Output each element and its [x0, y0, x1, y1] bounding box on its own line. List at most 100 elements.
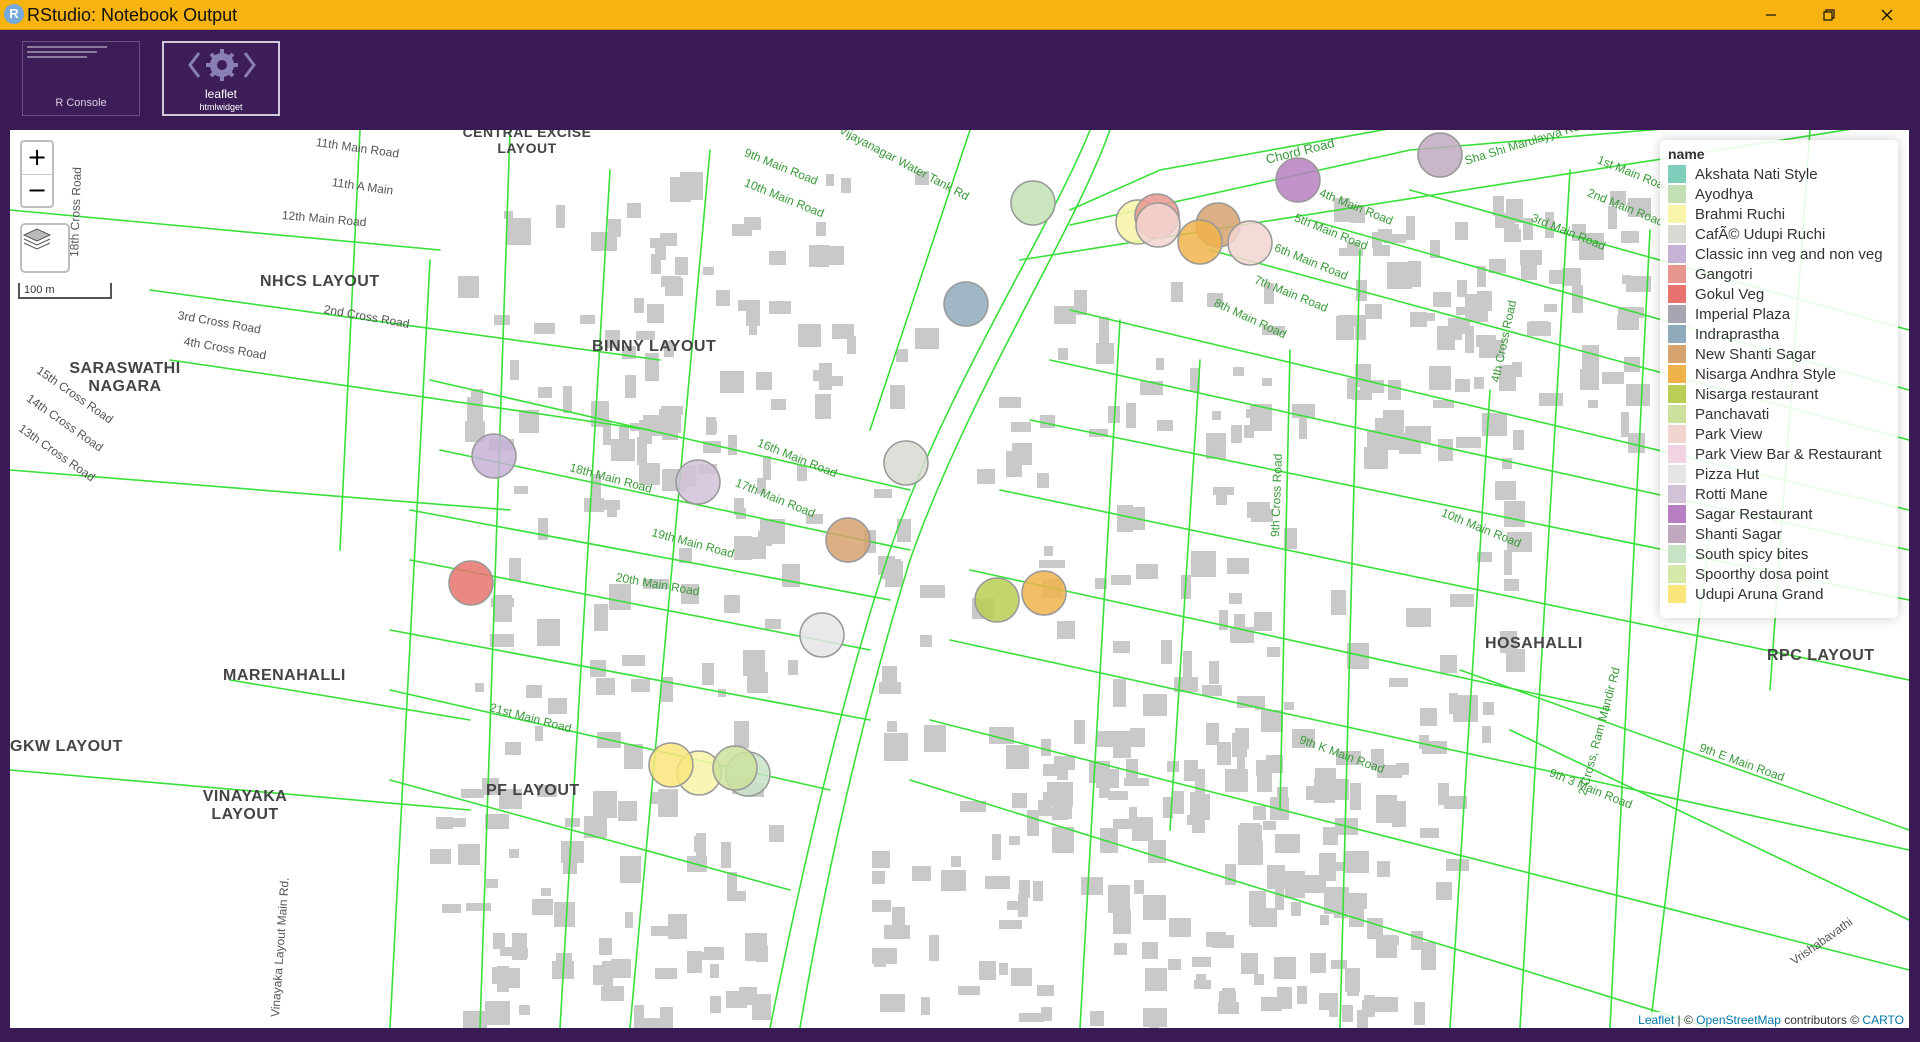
building-block: [1621, 231, 1639, 243]
restaurant-marker[interactable]: [1275, 157, 1321, 203]
restaurant-marker[interactable]: [712, 745, 758, 791]
building-block: [1090, 1011, 1104, 1026]
building-block: [467, 397, 483, 425]
building-block: [461, 789, 484, 798]
building-block: [554, 902, 575, 927]
building-block: [728, 435, 737, 455]
building-block: [1602, 372, 1624, 384]
building-block: [732, 224, 752, 236]
building-block: [594, 604, 608, 631]
building-block: [1482, 413, 1507, 436]
building-block: [734, 721, 749, 748]
building-block: [1342, 1005, 1353, 1022]
building-block: [1130, 728, 1145, 747]
close-button[interactable]: [1858, 0, 1916, 30]
legend-swatch: [1668, 445, 1686, 463]
building-block: [637, 437, 647, 465]
building-block: [1456, 437, 1481, 448]
restaurant-marker[interactable]: [943, 281, 989, 327]
legend-label: Nisarga Andhra Style: [1695, 365, 1836, 383]
r-console-thumbnail[interactable]: R Console: [22, 41, 140, 116]
carto-link[interactable]: CARTO: [1862, 1013, 1904, 1027]
building-block: [526, 685, 542, 698]
building-block: [1227, 558, 1249, 574]
building-block: [1263, 821, 1276, 830]
building-block: [1033, 881, 1043, 901]
building-block: [769, 251, 786, 265]
minimize-icon: [1766, 14, 1776, 16]
street-line: [1169, 359, 1201, 831]
legend-item: Classic inn veg and non veg: [1668, 244, 1890, 264]
building-block: [519, 1005, 530, 1015]
restaurant-marker[interactable]: [471, 433, 517, 479]
building-block: [625, 912, 633, 928]
restaurant-marker[interactable]: [1177, 219, 1223, 265]
building-block: [1096, 343, 1114, 364]
building-block: [874, 489, 892, 498]
building-block: [915, 328, 939, 349]
legend-swatch: [1668, 265, 1686, 283]
building-block: [624, 744, 643, 769]
legend-swatch: [1668, 285, 1686, 303]
building-block: [1408, 261, 1421, 287]
building-block: [548, 698, 567, 714]
legend-label: Brahmi Ruchi: [1695, 205, 1786, 223]
building-block: [924, 725, 946, 752]
building-block: [999, 963, 1008, 975]
restaurant-marker[interactable]: [648, 742, 694, 788]
restore-button[interactable]: [1800, 0, 1858, 30]
building-block: [820, 376, 843, 386]
street-line: [1279, 349, 1291, 811]
building-block: [1405, 426, 1431, 443]
legend-label: Gangotri: [1695, 265, 1753, 283]
building-block: [1267, 647, 1280, 657]
building-block: [716, 290, 730, 306]
building-block: [941, 870, 966, 891]
thumbnail-label: leaflet: [204, 87, 238, 101]
legend-swatch: [1668, 325, 1686, 343]
restaurant-marker[interactable]: [1021, 570, 1067, 616]
restaurant-marker[interactable]: [448, 560, 494, 606]
restaurant-marker[interactable]: [1135, 202, 1181, 248]
legend-label: Akshata Nati Style: [1695, 165, 1818, 183]
legend-item: Imperial Plaza: [1668, 304, 1890, 324]
leaflet-map[interactable]: NHCS LAYOUT SARASWATHI NAGARA BINNY LAYO…: [10, 130, 1909, 1028]
building-block: [1173, 791, 1184, 814]
street-line: [949, 639, 1909, 851]
legend-item: Pizza Hut: [1668, 464, 1890, 484]
building-block: [727, 891, 746, 901]
building-block: [1143, 694, 1167, 716]
building-block: [1148, 840, 1166, 863]
zoom-in-button[interactable]: +: [22, 142, 52, 175]
building-block: [1262, 378, 1272, 386]
building-block: [1126, 759, 1138, 779]
building-block: [1504, 550, 1512, 575]
building-block: [1495, 481, 1516, 500]
leaflet-link[interactable]: Leaflet: [1638, 1013, 1674, 1027]
building-block: [505, 742, 521, 755]
building-block: [1617, 315, 1639, 330]
building-block: [591, 232, 617, 251]
legend-swatch: [1668, 505, 1686, 523]
zoom-out-button[interactable]: −: [22, 175, 52, 207]
legend-swatch: [1668, 305, 1686, 323]
attribution-separator: | ©: [1674, 1013, 1697, 1027]
restaurant-marker[interactable]: [974, 577, 1020, 623]
restaurant-marker[interactable]: [883, 440, 929, 486]
minimize-button[interactable]: [1742, 0, 1800, 30]
building-block: [1277, 787, 1288, 800]
layers-button[interactable]: [20, 223, 70, 273]
osm-link[interactable]: OpenStreetMap: [1696, 1013, 1781, 1027]
building-block: [1212, 935, 1234, 948]
restaurant-marker[interactable]: [1010, 180, 1056, 226]
restaurant-marker[interactable]: [675, 459, 721, 505]
restaurant-marker[interactable]: [799, 612, 845, 658]
leaflet-thumbnail[interactable]: leaflet htmlwidget: [162, 41, 280, 116]
building-block: [929, 935, 939, 961]
building-block: [1373, 245, 1390, 256]
building-block: [1052, 808, 1068, 820]
place-label: GKW LAYOUT: [10, 738, 123, 755]
restaurant-marker[interactable]: [1227, 220, 1273, 266]
restaurant-marker[interactable]: [1417, 132, 1463, 178]
restaurant-marker[interactable]: [825, 517, 871, 563]
